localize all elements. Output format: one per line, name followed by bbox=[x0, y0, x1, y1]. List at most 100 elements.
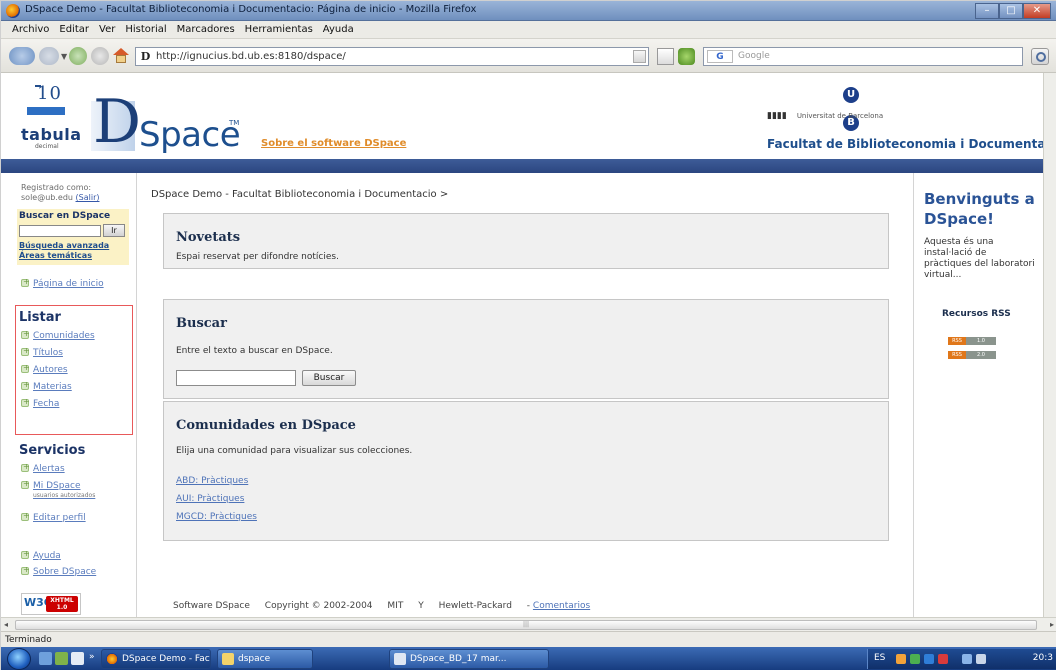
bullet-icon bbox=[21, 549, 30, 559]
tray-volume-icon[interactable] bbox=[962, 654, 972, 664]
google-engine-icon[interactable]: G bbox=[707, 50, 733, 63]
browse-date-link[interactable]: Fecha bbox=[21, 397, 59, 409]
ub-logo-text[interactable]: ▮▮▮▮ Universitat de Barcelona bbox=[767, 111, 883, 121]
tray-power-icon[interactable] bbox=[976, 654, 986, 664]
sidebar-search-input[interactable] bbox=[19, 225, 101, 237]
menu-ver[interactable]: Ver bbox=[94, 21, 120, 38]
menu-herramientas[interactable]: Herramientas bbox=[240, 21, 318, 38]
feed-widget bbox=[657, 48, 695, 65]
about-software-link[interactable]: Sobre el software DSpace bbox=[261, 138, 406, 149]
menu-historial[interactable]: Historial bbox=[120, 21, 171, 38]
minimize-button[interactable]: – bbox=[975, 3, 999, 19]
back-button[interactable] bbox=[9, 47, 35, 65]
w3c-xhtml-badge[interactable]: W3C XHTML 1.0 bbox=[21, 593, 81, 615]
browse-communities-link[interactable]: Comunidades bbox=[21, 329, 95, 341]
community-link-aui[interactable]: AUI: Pràctiques bbox=[176, 494, 244, 504]
help-link[interactable]: Ayuda bbox=[21, 549, 61, 561]
my-dspace-link[interactable]: Mi DSpaceusuarios autorizados bbox=[21, 479, 95, 499]
left-sidebar: Registrado como: sole@ub.edu (Salir) Bus… bbox=[1, 173, 137, 617]
home-button[interactable] bbox=[113, 48, 129, 63]
menu-bar: Archivo Editar Ver Historial Marcadores … bbox=[1, 21, 1056, 39]
quicklaunch-more-icon[interactable]: » bbox=[89, 652, 95, 662]
rss-1-badge[interactable]: RSS 1.0 bbox=[948, 337, 996, 345]
tabula-logo-word[interactable]: tabula bbox=[21, 125, 82, 144]
taskbar-item-firefox[interactable]: DSpace Demo - Fac... bbox=[101, 649, 211, 669]
edit-profile-link[interactable]: Editar perfil bbox=[21, 511, 86, 523]
sidebar-search-go-button[interactable]: Ir bbox=[103, 224, 125, 237]
dspace-logo-word[interactable]: Space bbox=[139, 117, 241, 153]
browse-authors-link[interactable]: Autores bbox=[21, 363, 68, 375]
menu-ayuda[interactable]: Ayuda bbox=[318, 21, 359, 38]
tray-security-icon[interactable] bbox=[924, 654, 934, 664]
about-dspace-link[interactable]: Sobre DSpace bbox=[21, 565, 96, 577]
history-dropdown-icon[interactable]: ▼ bbox=[61, 52, 67, 61]
rss-2-tag: RSS bbox=[948, 351, 966, 359]
footer-dash: - bbox=[526, 601, 531, 611]
bullet-icon bbox=[21, 277, 30, 287]
quicklaunch-app-icon[interactable] bbox=[55, 652, 68, 665]
feed-dropdown-icon[interactable] bbox=[657, 48, 674, 65]
tray-alert-icon[interactable] bbox=[938, 654, 948, 664]
search-icon[interactable] bbox=[1031, 48, 1049, 65]
breadcrumb[interactable]: DSpace Demo - Facultat Biblioteconomia i… bbox=[151, 189, 448, 200]
services-title: Servicios bbox=[19, 443, 86, 458]
forward-button[interactable] bbox=[39, 47, 59, 65]
communities-panel: Comunidades en DSpace Elija una comunida… bbox=[163, 401, 889, 541]
horizontal-scrollbar[interactable]: ◂ ||| ▸ bbox=[1, 617, 1056, 631]
address-dropdown-button[interactable] bbox=[633, 50, 646, 63]
vertical-scrollbar[interactable] bbox=[1043, 73, 1056, 617]
address-bar[interactable]: D http://ignucius.bd.ub.es:8180/dspace/ bbox=[135, 47, 649, 66]
alerts-link[interactable]: Alertas bbox=[21, 462, 65, 474]
right-sidebar: Benvinguts a DSpace! Aquesta és una inst… bbox=[913, 173, 1043, 617]
bullet-icon bbox=[21, 511, 30, 521]
community-link-abd[interactable]: ABD: Pràctiques bbox=[176, 476, 248, 486]
menu-editar[interactable]: Editar bbox=[54, 21, 94, 38]
main-search-input[interactable] bbox=[176, 370, 296, 386]
browse-titles-link[interactable]: Títulos bbox=[21, 346, 63, 358]
firefox-icon bbox=[106, 653, 118, 665]
browse-subjects-link[interactable]: Materias bbox=[21, 380, 72, 392]
footer-software[interactable]: Software DSpace bbox=[173, 601, 250, 611]
scroll-right-icon[interactable]: ▸ bbox=[1050, 620, 1054, 629]
quicklaunch-window-icon[interactable] bbox=[71, 652, 84, 665]
menu-archivo[interactable]: Archivo bbox=[7, 21, 54, 38]
rss-2-badge[interactable]: RSS 2.0 bbox=[948, 351, 996, 359]
reload-button[interactable] bbox=[69, 47, 87, 65]
bullet-icon bbox=[21, 462, 30, 472]
taskbar-item-folder[interactable]: dspace bbox=[217, 649, 313, 669]
bullet-icon bbox=[21, 397, 30, 407]
maximize-button[interactable]: □ bbox=[999, 3, 1023, 19]
sidebar-search-title: Buscar en DSpace bbox=[19, 211, 111, 221]
menu-marcadores[interactable]: Marcadores bbox=[172, 21, 240, 38]
home-icon bbox=[113, 48, 129, 55]
advanced-search-link[interactable]: Búsqueda avanzada bbox=[19, 241, 109, 250]
dspace-logo-d[interactable]: D bbox=[93, 91, 141, 153]
close-button[interactable]: ✕ bbox=[1023, 3, 1051, 19]
main-search-button[interactable]: Buscar bbox=[302, 370, 356, 386]
go-arrow-icon[interactable] bbox=[678, 48, 695, 65]
window-controls: – □ ✕ bbox=[975, 3, 1051, 19]
tray-language-icon[interactable]: ES bbox=[874, 653, 885, 663]
quicklaunch-desktop-icon[interactable] bbox=[39, 652, 52, 665]
bullet-icon bbox=[21, 363, 30, 373]
footer-hp[interactable]: Hewlett-Packard bbox=[439, 601, 512, 611]
tray-clock[interactable]: 20:3 bbox=[1033, 653, 1053, 663]
page-footer: Software DSpace Copyright © 2002-2004 MI… bbox=[173, 601, 590, 611]
search-bar[interactable]: G Google bbox=[703, 47, 1023, 66]
start-button[interactable] bbox=[7, 648, 31, 670]
stop-button[interactable] bbox=[91, 47, 109, 65]
community-link-mgcd[interactable]: MGCD: Pràctiques bbox=[176, 512, 257, 522]
subject-areas-link[interactable]: Áreas temáticas bbox=[19, 251, 92, 260]
scroll-left-icon[interactable]: ◂ bbox=[4, 620, 8, 629]
home-page-link[interactable]: Página de inicio bbox=[21, 277, 104, 289]
footer-mit[interactable]: MIT bbox=[387, 601, 403, 611]
address-url[interactable]: http://ignucius.bd.ub.es:8180/dspace/ bbox=[156, 51, 346, 62]
tray-app-icon[interactable] bbox=[896, 654, 906, 664]
tray-network-icon[interactable] bbox=[910, 654, 920, 664]
search-placeholder: Google bbox=[738, 51, 770, 61]
logout-link[interactable]: (Salir) bbox=[76, 193, 100, 202]
welcome-title: Benvinguts a DSpace! bbox=[924, 190, 1035, 228]
taskbar-item-document[interactable]: DSpace_BD_17 mar... bbox=[389, 649, 549, 669]
feedback-link[interactable]: Comentarios bbox=[533, 601, 590, 611]
communities-instructions: Elija una comunidad para visualizar sus … bbox=[176, 446, 413, 456]
